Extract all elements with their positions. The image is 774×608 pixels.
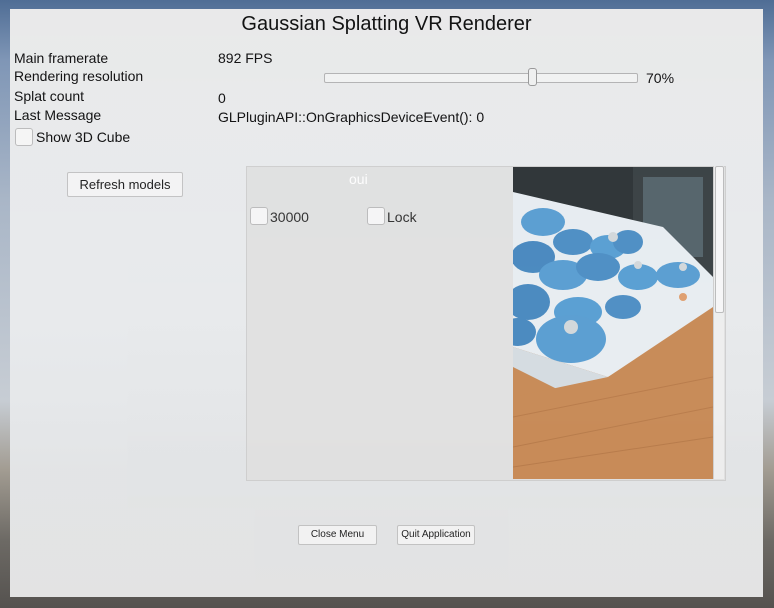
camera-feed-image — [513, 167, 713, 479]
menu-panel: Gaussian Splatting VR Renderer Main fram… — [10, 9, 763, 597]
splat-count-value: 0 — [218, 90, 226, 106]
resolution-label: Rendering resolution — [14, 68, 144, 84]
resolution-slider-thumb[interactable] — [528, 68, 537, 86]
model-item-checkbox[interactable] — [250, 207, 268, 225]
refresh-models-button[interactable]: Refresh models — [67, 172, 183, 197]
framerate-label: Main framerate — [14, 50, 109, 66]
show-cube-checkbox[interactable] — [15, 128, 33, 146]
last-message-value: GLPluginAPI::OnGraphicsDeviceEvent(): 0 — [218, 109, 485, 125]
resolution-value: 70% — [646, 70, 675, 86]
last-message-label: Last Message — [14, 107, 102, 123]
page-title: Gaussian Splatting VR Renderer — [241, 13, 532, 35]
splat-count-label: Splat count — [14, 88, 85, 104]
quit-application-button[interactable]: Quit Application — [397, 525, 475, 545]
models-list-scrollbar[interactable] — [713, 166, 724, 479]
framerate-value: 892 FPS — [218, 50, 273, 66]
resolution-slider-track[interactable] — [324, 73, 638, 83]
close-menu-button[interactable]: Close Menu — [298, 525, 377, 545]
show-cube-label: Show 3D Cube — [36, 129, 131, 145]
models-list-header: oui — [349, 171, 368, 187]
model-item-label: 30000 — [270, 209, 309, 225]
scrollbar-thumb[interactable] — [715, 166, 724, 313]
lock-checkbox[interactable] — [367, 207, 385, 225]
lock-label: Lock — [387, 209, 417, 225]
